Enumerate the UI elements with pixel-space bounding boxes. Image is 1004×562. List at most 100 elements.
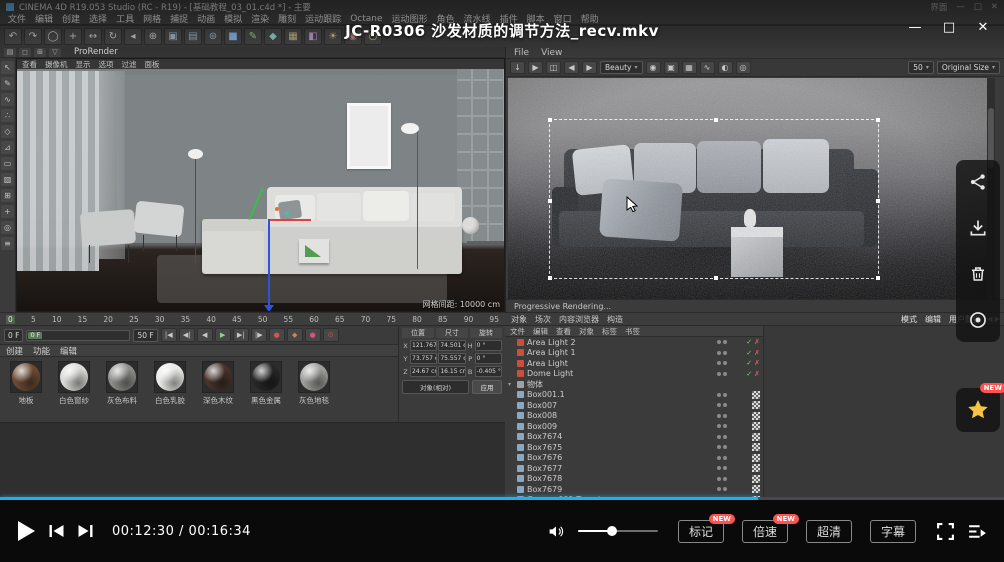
visibility-dots[interactable] <box>717 403 727 407</box>
texture-tag-icon[interactable] <box>752 475 760 483</box>
object-row[interactable]: Area Light 2 ✓ ✗ <box>505 337 763 348</box>
polygons-mode-icon[interactable]: ⊿ <box>1 141 14 154</box>
object-tags[interactable]: ✓ ✗ <box>730 349 760 357</box>
object-row[interactable]: Area Light ✓ ✗ <box>505 358 763 369</box>
fullscreen-button[interactable] <box>936 522 955 541</box>
material-item[interactable]: 白色乳胶 <box>150 361 190 406</box>
timeline-scrubber[interactable]: 0 F <box>26 330 130 341</box>
favorite-button[interactable]: NEW <box>956 388 1000 432</box>
object-name[interactable]: Box7675 <box>527 443 714 452</box>
zoom-select[interactable]: 50▾ <box>908 61 934 74</box>
viewport-menu-item[interactable]: 显示 <box>76 59 91 70</box>
object-tags[interactable]: ✓ ✗ <box>730 464 760 472</box>
object-name[interactable]: Box7674 <box>527 432 714 441</box>
object-name[interactable]: Dome Light <box>527 369 714 378</box>
texture-tag-icon[interactable] <box>752 454 760 462</box>
frame-start-field[interactable]: 0 F <box>4 329 23 342</box>
histogram-icon[interactable]: ∿ <box>700 61 715 74</box>
object-tags[interactable]: ✓ ✗ <box>730 433 760 441</box>
rotation-field[interactable]: 0 ° <box>475 340 502 351</box>
layout-select-icon[interactable]: ▤ <box>4 48 16 57</box>
material-menu-item[interactable]: 创建 <box>6 345 23 357</box>
viewport-menu-item[interactable]: 面板 <box>145 59 160 70</box>
position-field[interactable]: 73.757 cm <box>410 353 437 364</box>
grid-view-icon[interactable]: ▦ <box>682 61 697 74</box>
viewport-menu-item[interactable]: 选项 <box>99 59 114 70</box>
image-size-select[interactable]: Original Size▾ <box>937 61 1000 74</box>
object-row[interactable]: Box009 ✓ ✗ <box>505 421 763 432</box>
viewport-menu-item[interactable]: 摄像机 <box>45 59 68 70</box>
previous-button[interactable] <box>48 524 65 538</box>
object-tags[interactable]: ✓ ✗ <box>730 475 760 483</box>
enabled-check-icon[interactable]: ✓ <box>746 370 752 378</box>
lock-icon[interactable]: ▣ <box>664 61 679 74</box>
model-mode-icon[interactable]: ▭ <box>1 157 14 170</box>
texture-tag-icon[interactable] <box>752 412 760 420</box>
timeline-ruler[interactable]: 05101520253035404550556065707580859095 <box>0 312 505 325</box>
object-name[interactable]: Box7679 <box>527 485 714 494</box>
object-row[interactable]: Box7675 ✓ ✗ <box>505 442 763 453</box>
material-menu-item[interactable]: 功能 <box>33 345 50 357</box>
disabled-x-icon[interactable]: ✗ <box>754 359 760 367</box>
object-row[interactable]: Box7679 ✓ ✗ <box>505 484 763 495</box>
visibility-dots[interactable] <box>717 466 727 470</box>
coordinates-column-header[interactable]: 旋转 <box>470 328 502 338</box>
render-selection-region[interactable] <box>549 119 879 279</box>
object-name[interactable]: Box7678 <box>527 474 714 483</box>
disabled-x-icon[interactable]: ✗ <box>754 370 760 378</box>
material-thumbnail[interactable] <box>10 361 42 393</box>
prorender-tab[interactable]: ProRender <box>74 47 118 57</box>
coordinates-column-header[interactable]: 尺寸 <box>436 328 468 338</box>
object-row[interactable]: Box7678 ✓ ✗ <box>505 474 763 485</box>
subtitle-button[interactable]: 字幕 <box>870 520 916 543</box>
play-ram-icon[interactable]: ▶ <box>528 61 543 74</box>
object-tags[interactable]: ✓ ✗ <box>730 443 760 451</box>
video-content[interactable]: CINEMA 4D R19.053 Studio (RC - R19) - [基… <box>0 0 1004 497</box>
volume-icon[interactable] <box>546 523 566 540</box>
gizmo-x-axis[interactable] <box>269 219 311 221</box>
expand-caret-icon[interactable] <box>508 381 514 388</box>
play-forward-button[interactable]: ▶ <box>215 328 231 342</box>
c4d-minimize-icon[interactable]: — <box>956 2 965 12</box>
object-tags[interactable]: ✓ ✗ <box>730 370 760 378</box>
object-tags[interactable]: ✓ ✗ <box>730 359 760 367</box>
material-thumbnail[interactable] <box>298 361 330 393</box>
texture-tag-icon[interactable] <box>752 485 760 493</box>
visibility-dots[interactable] <box>717 393 727 397</box>
prev-frame-button[interactable]: ◀ <box>197 328 213 342</box>
object-tags[interactable]: ✓ ✗ <box>730 422 760 430</box>
object-tags[interactable]: ✓ ✗ <box>730 454 760 462</box>
gizmo-z-axis[interactable] <box>268 219 270 305</box>
playlist-button[interactable] <box>967 523 988 540</box>
object-name[interactable]: Area Light 2 <box>527 338 714 347</box>
object-name[interactable]: Box008 <box>527 411 714 420</box>
object-name[interactable]: Box001.1 <box>527 390 714 399</box>
selection-arrow-icon[interactable]: ↖ <box>1 61 14 74</box>
layers-icon[interactable]: ≡ <box>1 237 14 250</box>
visibility-dots[interactable] <box>717 456 727 460</box>
material-item[interactable]: 地板 <box>6 361 46 406</box>
object-tags[interactable]: ✓ ✗ <box>730 412 760 420</box>
position-field[interactable]: 24.67 cm <box>410 366 437 377</box>
viewport[interactable]: 查看摄像机显示选项过滤面板 <box>16 58 505 312</box>
selection-handle[interactable] <box>548 199 552 203</box>
apply-button[interactable]: 应用 <box>472 380 502 394</box>
material-item[interactable]: 白色窗纱 <box>54 361 94 406</box>
visibility-dots[interactable] <box>717 477 727 481</box>
disabled-x-icon[interactable]: ✗ <box>754 338 760 346</box>
minimize-button[interactable]: — <box>900 14 930 40</box>
object-row[interactable]: Box001.1 ✓ ✗ <box>505 390 763 401</box>
next-button[interactable] <box>77 524 94 538</box>
stereo-icon[interactable]: ◎ <box>736 61 751 74</box>
selection-handle[interactable] <box>548 276 552 280</box>
play-button[interactable] <box>16 520 36 542</box>
save-image-icon[interactable]: ↓ <box>510 61 525 74</box>
object-row[interactable]: Box008 ✓ ✗ <box>505 411 763 422</box>
object-row[interactable]: Box7676 ✓ ✗ <box>505 453 763 464</box>
object-manager-menu-item[interactable]: 编辑 <box>533 326 548 337</box>
compare-ab-icon[interactable]: ◐ <box>718 61 733 74</box>
material-thumbnail[interactable] <box>250 361 282 393</box>
object-tags[interactable]: ✓ ✗ <box>730 380 760 388</box>
size-field[interactable]: 74.501 cm <box>438 340 465 351</box>
compare-icon[interactable]: ◫ <box>546 61 561 74</box>
